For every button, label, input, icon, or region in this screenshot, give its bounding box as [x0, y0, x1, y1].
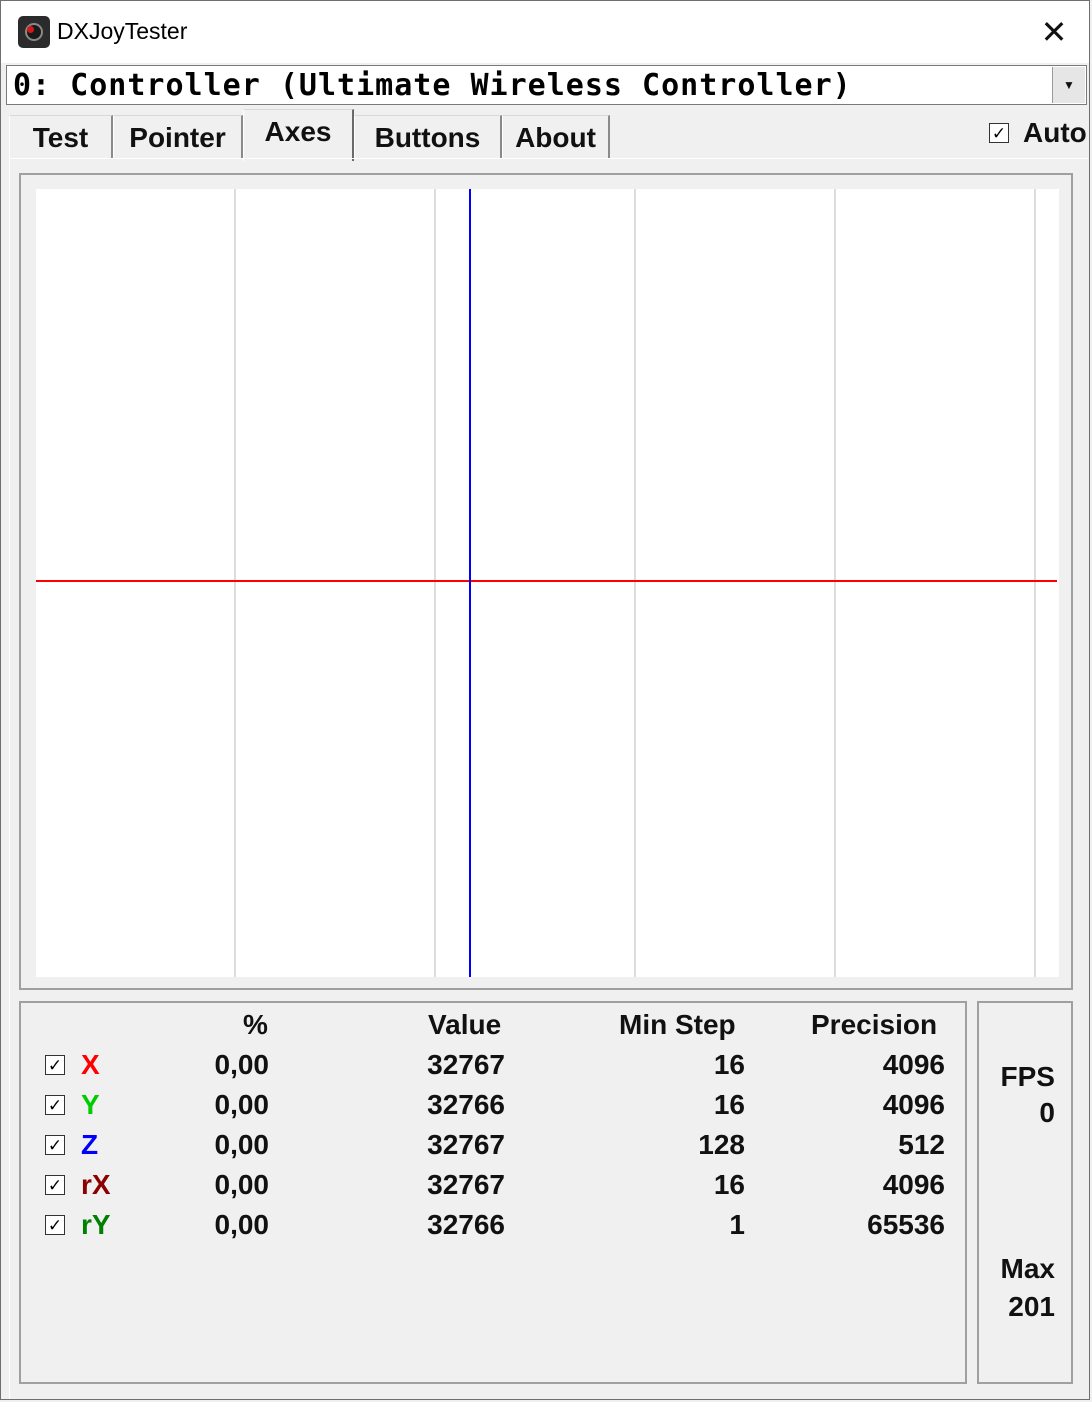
- axis-y-precision: 4096: [882, 1089, 945, 1120]
- axis-ry-precision: 65536: [867, 1209, 945, 1240]
- axis-ry-percent: 0,00: [214, 1209, 270, 1240]
- dropdown-arrow-icon[interactable]: ▼: [1052, 67, 1085, 103]
- tab-about[interactable]: About: [502, 115, 610, 159]
- fps-max-value: 201: [1008, 1291, 1055, 1322]
- window-title: DXJoyTester: [57, 18, 188, 44]
- axis-rx-precision: 4096: [882, 1169, 945, 1200]
- axis-rx-name: rX: [81, 1169, 111, 1200]
- tab-pointer-label: Pointer: [129, 121, 226, 153]
- axis-ry-value: 32766: [427, 1209, 505, 1240]
- axis-ry-name: rY: [81, 1209, 111, 1240]
- axis-x-min-step: 16: [713, 1049, 745, 1080]
- axis-z-value: 32767: [427, 1129, 505, 1160]
- tab-buttons[interactable]: Buttons: [354, 115, 502, 159]
- tab-axes[interactable]: Axes: [243, 109, 354, 161]
- tab-about-label: About: [515, 121, 596, 153]
- axis-ry-checkbox[interactable]: ✓: [45, 1215, 65, 1235]
- device-select[interactable]: 0: Controller (Ultimate Wireless Control…: [6, 65, 1087, 105]
- header-precision: Precision: [811, 1009, 938, 1040]
- axis-z-name: Z: [81, 1129, 99, 1160]
- axis-x-checkbox[interactable]: ✓: [45, 1055, 65, 1075]
- axis-y-value: 32766: [427, 1089, 505, 1120]
- axis-y-min-step: 16: [713, 1089, 745, 1120]
- app-icon-dot: [27, 26, 34, 33]
- tab-buttons-label: Buttons: [374, 121, 481, 153]
- auto-checkbox[interactable]: ✓ Auto: [989, 117, 1087, 149]
- axes-plot-svg: [36, 189, 1057, 977]
- axis-x-value: 32767: [427, 1049, 505, 1080]
- fps-value: 0: [1039, 1097, 1055, 1128]
- header-percent: %: [243, 1009, 268, 1040]
- joystick-app-icon: [18, 16, 50, 48]
- axis-z-percent: 0,00: [214, 1129, 270, 1160]
- axis-ry-min-step: 1: [729, 1209, 745, 1240]
- fps-max-label: Max: [1000, 1253, 1055, 1284]
- axis-y-name: Y: [81, 1089, 100, 1120]
- axis-z-min-step: 128: [698, 1129, 745, 1160]
- tab-axes-label: Axes: [264, 115, 332, 147]
- close-icon[interactable]: ✕: [1019, 1, 1089, 63]
- axis-rx-value: 32767: [427, 1169, 505, 1200]
- auto-checkbox-label: Auto: [1023, 117, 1087, 148]
- fps-group: [977, 1001, 1073, 1384]
- device-select-value: 0: Controller (Ultimate Wireless Control…: [13, 68, 852, 103]
- axis-y-percent: 0,00: [214, 1089, 270, 1120]
- axis-y-checkbox[interactable]: ✓: [45, 1095, 65, 1115]
- tab-test[interactable]: Test: [9, 115, 113, 159]
- axes-plot: [36, 189, 1059, 977]
- axis-x-percent: 0,00: [214, 1049, 270, 1080]
- axis-z-precision: 512: [898, 1129, 945, 1160]
- tab-test-label: Test: [32, 121, 89, 153]
- header-value: Value: [428, 1009, 502, 1040]
- app-window: DXJoyTester ✕ 0: Controller (Ultimate Wi…: [0, 0, 1090, 1400]
- axis-x-precision: 4096: [882, 1049, 945, 1080]
- axis-rx-min-step: 16: [713, 1169, 745, 1200]
- axis-x-name: X: [81, 1049, 100, 1080]
- title-bar[interactable]: DXJoyTester ✕: [1, 1, 1089, 63]
- header-min-step: Min Step: [619, 1009, 736, 1040]
- tab-pointer[interactable]: Pointer: [113, 115, 243, 159]
- axis-rx-percent: 0,00: [214, 1169, 270, 1200]
- axis-z-checkbox[interactable]: ✓: [45, 1135, 65, 1155]
- axis-rx-checkbox[interactable]: ✓: [45, 1175, 65, 1195]
- auto-checkbox-box[interactable]: ✓: [989, 123, 1009, 143]
- fps-label: FPS: [1000, 1061, 1055, 1092]
